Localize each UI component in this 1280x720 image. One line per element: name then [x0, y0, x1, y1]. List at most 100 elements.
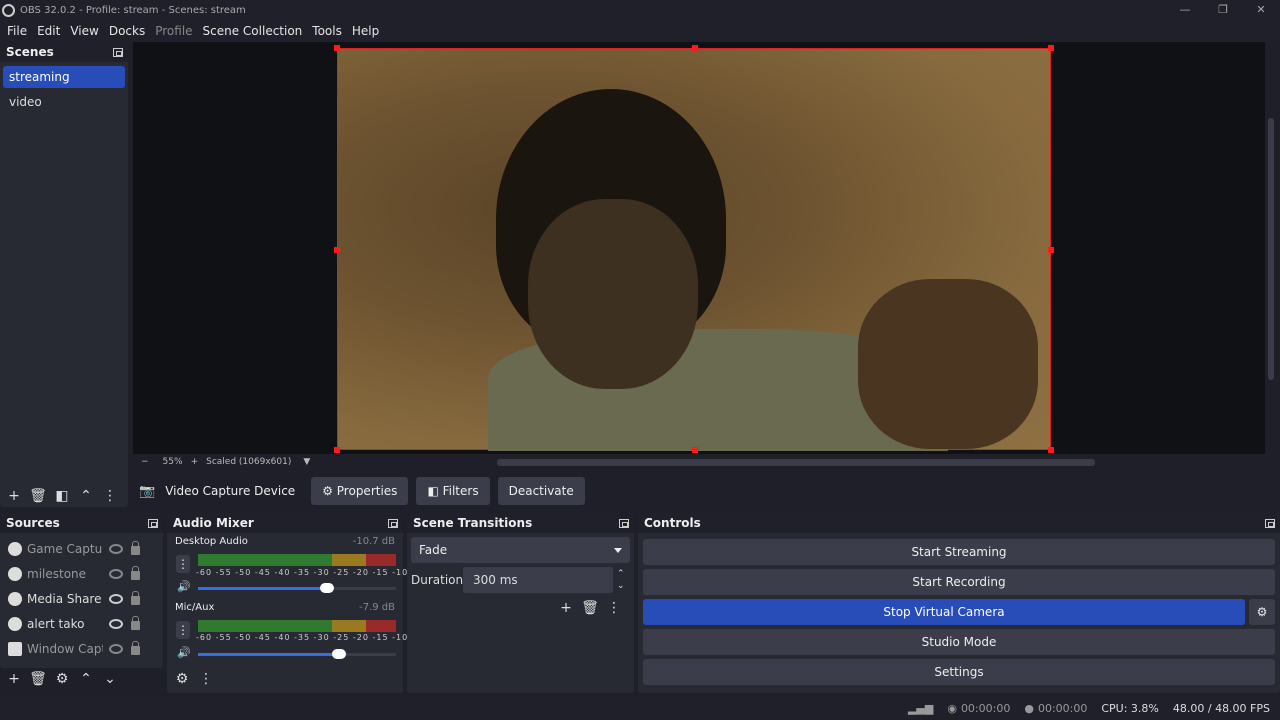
virtual-camera-settings-button[interactable]: ⚙ — [1249, 599, 1275, 625]
maximize-button[interactable]: ❐ — [1204, 0, 1242, 20]
scene-item-streaming[interactable]: streaming — [3, 66, 125, 88]
speaker-icon[interactable]: 🔊 — [177, 646, 191, 660]
settings-button[interactable]: Settings — [643, 659, 1275, 685]
zoom-level: 55% — [162, 457, 183, 467]
meter-ticks: -60 -55 -50 -45 -40 -35 -30 -25 -20 -15 … — [196, 568, 432, 577]
browser-icon — [8, 566, 22, 581]
scene-menu-button[interactable]: ⋮ — [98, 487, 122, 505]
channel-menu-button[interactable]: ⋮ — [176, 621, 190, 639]
mixer-menu-button[interactable]: ⋮ — [194, 670, 218, 688]
menu-docks[interactable]: Docks — [104, 24, 150, 38]
resize-handle[interactable] — [1048, 45, 1054, 51]
resize-handle[interactable] — [692, 447, 698, 453]
close-button[interactable]: ✕ — [1242, 0, 1280, 20]
preview-vertical-scrollbar[interactable] — [1268, 118, 1274, 380]
camera-icon: 📷 — [139, 483, 156, 499]
zoom-in-button[interactable]: + — [191, 457, 199, 467]
remove-source-button[interactable]: 🗑 — [26, 670, 50, 688]
move-scene-up-button[interactable]: ⌃ — [74, 487, 98, 505]
source-properties-button[interactable]: ⚙ — [50, 670, 74, 688]
scale-dropdown-icon[interactable]: ▼ — [303, 457, 310, 467]
stop-virtual-camera-button[interactable]: Stop Virtual Camera — [643, 599, 1245, 625]
undock-icon[interactable] — [619, 518, 629, 528]
duration-label: Duration — [411, 573, 464, 587]
resize-handle[interactable] — [334, 447, 340, 453]
visibility-hidden-icon[interactable] — [109, 543, 123, 554]
filters-button[interactable]: ◧ Filters — [416, 477, 490, 505]
resize-handle[interactable] — [334, 247, 340, 253]
selected-source-name: Video Capture Device — [165, 484, 296, 498]
visibility-icon[interactable] — [109, 618, 123, 629]
title-bar: OBS 32.0.2 - Profile: stream - Scenes: s… — [0, 0, 1280, 20]
source-item-alert-tako[interactable]: alert tako — [0, 611, 163, 636]
volume-fader[interactable] — [198, 649, 396, 659]
duration-input[interactable]: 300 ms — [463, 567, 613, 593]
controls-title-bar: Controls — [638, 513, 1280, 533]
audio-mixer-title-bar: Audio Mixer — [167, 513, 403, 533]
menu-tools[interactable]: Tools — [307, 24, 347, 38]
resize-handle[interactable] — [692, 45, 698, 51]
transition-select[interactable]: Fade — [411, 537, 630, 563]
start-streaming-button[interactable]: Start Streaming — [643, 539, 1275, 565]
scene-item-video[interactable]: video — [3, 91, 125, 113]
move-source-down-button[interactable]: ⌄ — [98, 670, 122, 688]
remove-scene-button[interactable]: 🗑 — [26, 487, 50, 505]
menu-bar: File Edit View Docks Profile Scene Colle… — [0, 20, 1280, 42]
visibility-hidden-icon[interactable] — [109, 568, 123, 579]
volume-fader[interactable] — [198, 583, 396, 593]
scene-filters-button[interactable]: ◧ — [50, 487, 74, 505]
resize-handle[interactable] — [1048, 247, 1054, 253]
minimize-button[interactable]: — — [1166, 0, 1204, 20]
speaker-icon[interactable]: 🔊 — [177, 580, 191, 594]
duration-stepper[interactable]: ⌃ ⌄ — [617, 568, 625, 592]
move-source-up-button[interactable]: ⌃ — [74, 670, 98, 688]
source-name: Media Share — [27, 591, 102, 606]
lock-icon[interactable] — [131, 591, 140, 605]
resize-handle[interactable] — [334, 45, 340, 51]
remove-transition-button[interactable]: 🗑 — [578, 599, 602, 617]
undock-icon[interactable] — [388, 518, 398, 528]
channel-menu-button[interactable]: ⋮ — [176, 555, 190, 573]
undock-icon[interactable] — [148, 518, 158, 528]
menu-profile[interactable]: Profile — [150, 24, 197, 38]
preview-horizontal-scrollbar[interactable] — [497, 459, 1095, 466]
menu-help[interactable]: Help — [347, 24, 384, 38]
menu-file[interactable]: File — [2, 24, 32, 38]
video-capture-source[interactable] — [334, 45, 1054, 453]
video-content — [528, 199, 698, 389]
properties-label: Properties — [336, 484, 398, 498]
properties-button[interactable]: ⚙ Properties — [311, 477, 409, 505]
menu-view[interactable]: View — [65, 24, 103, 38]
deactivate-button[interactable]: Deactivate — [497, 477, 585, 505]
window-title: OBS 32.0.2 - Profile: stream - Scenes: s… — [20, 4, 246, 16]
undock-icon[interactable] — [1265, 518, 1275, 528]
studio-mode-button[interactable]: Studio Mode — [643, 629, 1275, 655]
advanced-audio-button[interactable]: ⚙ — [170, 670, 194, 688]
source-item-milestone[interactable]: milestone — [0, 561, 163, 586]
undock-icon[interactable] — [113, 47, 123, 57]
lock-icon[interactable] — [131, 566, 140, 580]
status-bar: ▂▄▆ ◉ 00:00:00 ● 00:00:00 CPU: 3.8% 48.0… — [0, 697, 1280, 720]
source-item-window-capture[interactable]: Window Captur — [0, 636, 163, 661]
menu-edit[interactable]: Edit — [32, 24, 65, 38]
lock-icon[interactable] — [131, 616, 140, 630]
lock-icon[interactable] — [131, 641, 140, 655]
transitions-toolbar: + 🗑 ⋮ — [407, 599, 634, 617]
add-scene-button[interactable]: + — [2, 487, 26, 505]
resize-handle[interactable] — [1048, 447, 1054, 453]
zoom-out-button[interactable]: − — [141, 457, 149, 467]
source-item-media-share[interactable]: Media Share — [0, 586, 163, 611]
source-item-game-capture[interactable]: Game Capture — [0, 536, 163, 561]
sources-title: Sources — [6, 516, 60, 530]
visibility-hidden-icon[interactable] — [109, 643, 123, 654]
sources-toolbar: + 🗑 ⚙ ⌃ ⌄ — [2, 670, 122, 688]
lock-icon[interactable] — [131, 541, 140, 555]
sources-dock-title: Sources — [0, 513, 163, 533]
visibility-icon[interactable] — [109, 593, 123, 604]
add-source-button[interactable]: + — [2, 670, 26, 688]
transition-menu-button[interactable]: ⋮ — [602, 599, 626, 617]
transitions-title: Scene Transitions — [413, 516, 533, 530]
add-transition-button[interactable]: + — [554, 599, 578, 617]
start-recording-button[interactable]: Start Recording — [643, 569, 1275, 595]
menu-scene-collection[interactable]: Scene Collection — [198, 24, 308, 38]
